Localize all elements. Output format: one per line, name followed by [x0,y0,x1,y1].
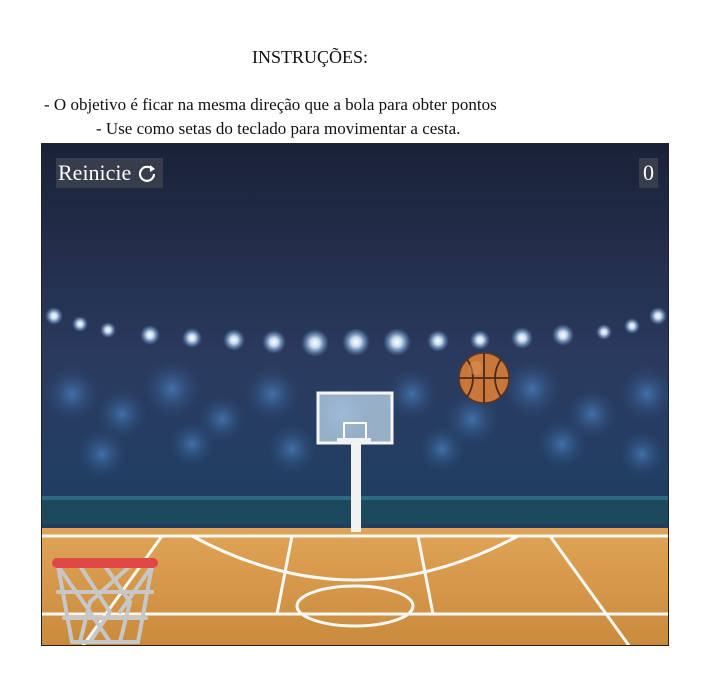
restart-label: Reinicie [58,160,132,185]
refresh-icon [139,165,156,182]
basket-hoop[interactable] [50,552,160,646]
basketball [458,352,510,404]
instruction-line-controls: - Use como setas do teclado para movimen… [96,119,461,138]
instruction-line-objective: - O objetivo é ficar na mesma direção qu… [44,95,497,114]
restart-button[interactable]: Reinicie [56,158,164,188]
instructions-title: INSTRUÇÕES: [251,47,368,67]
game-canvas[interactable]: Reinicie 0 [41,143,669,646]
score-counter: 0 [639,158,658,188]
